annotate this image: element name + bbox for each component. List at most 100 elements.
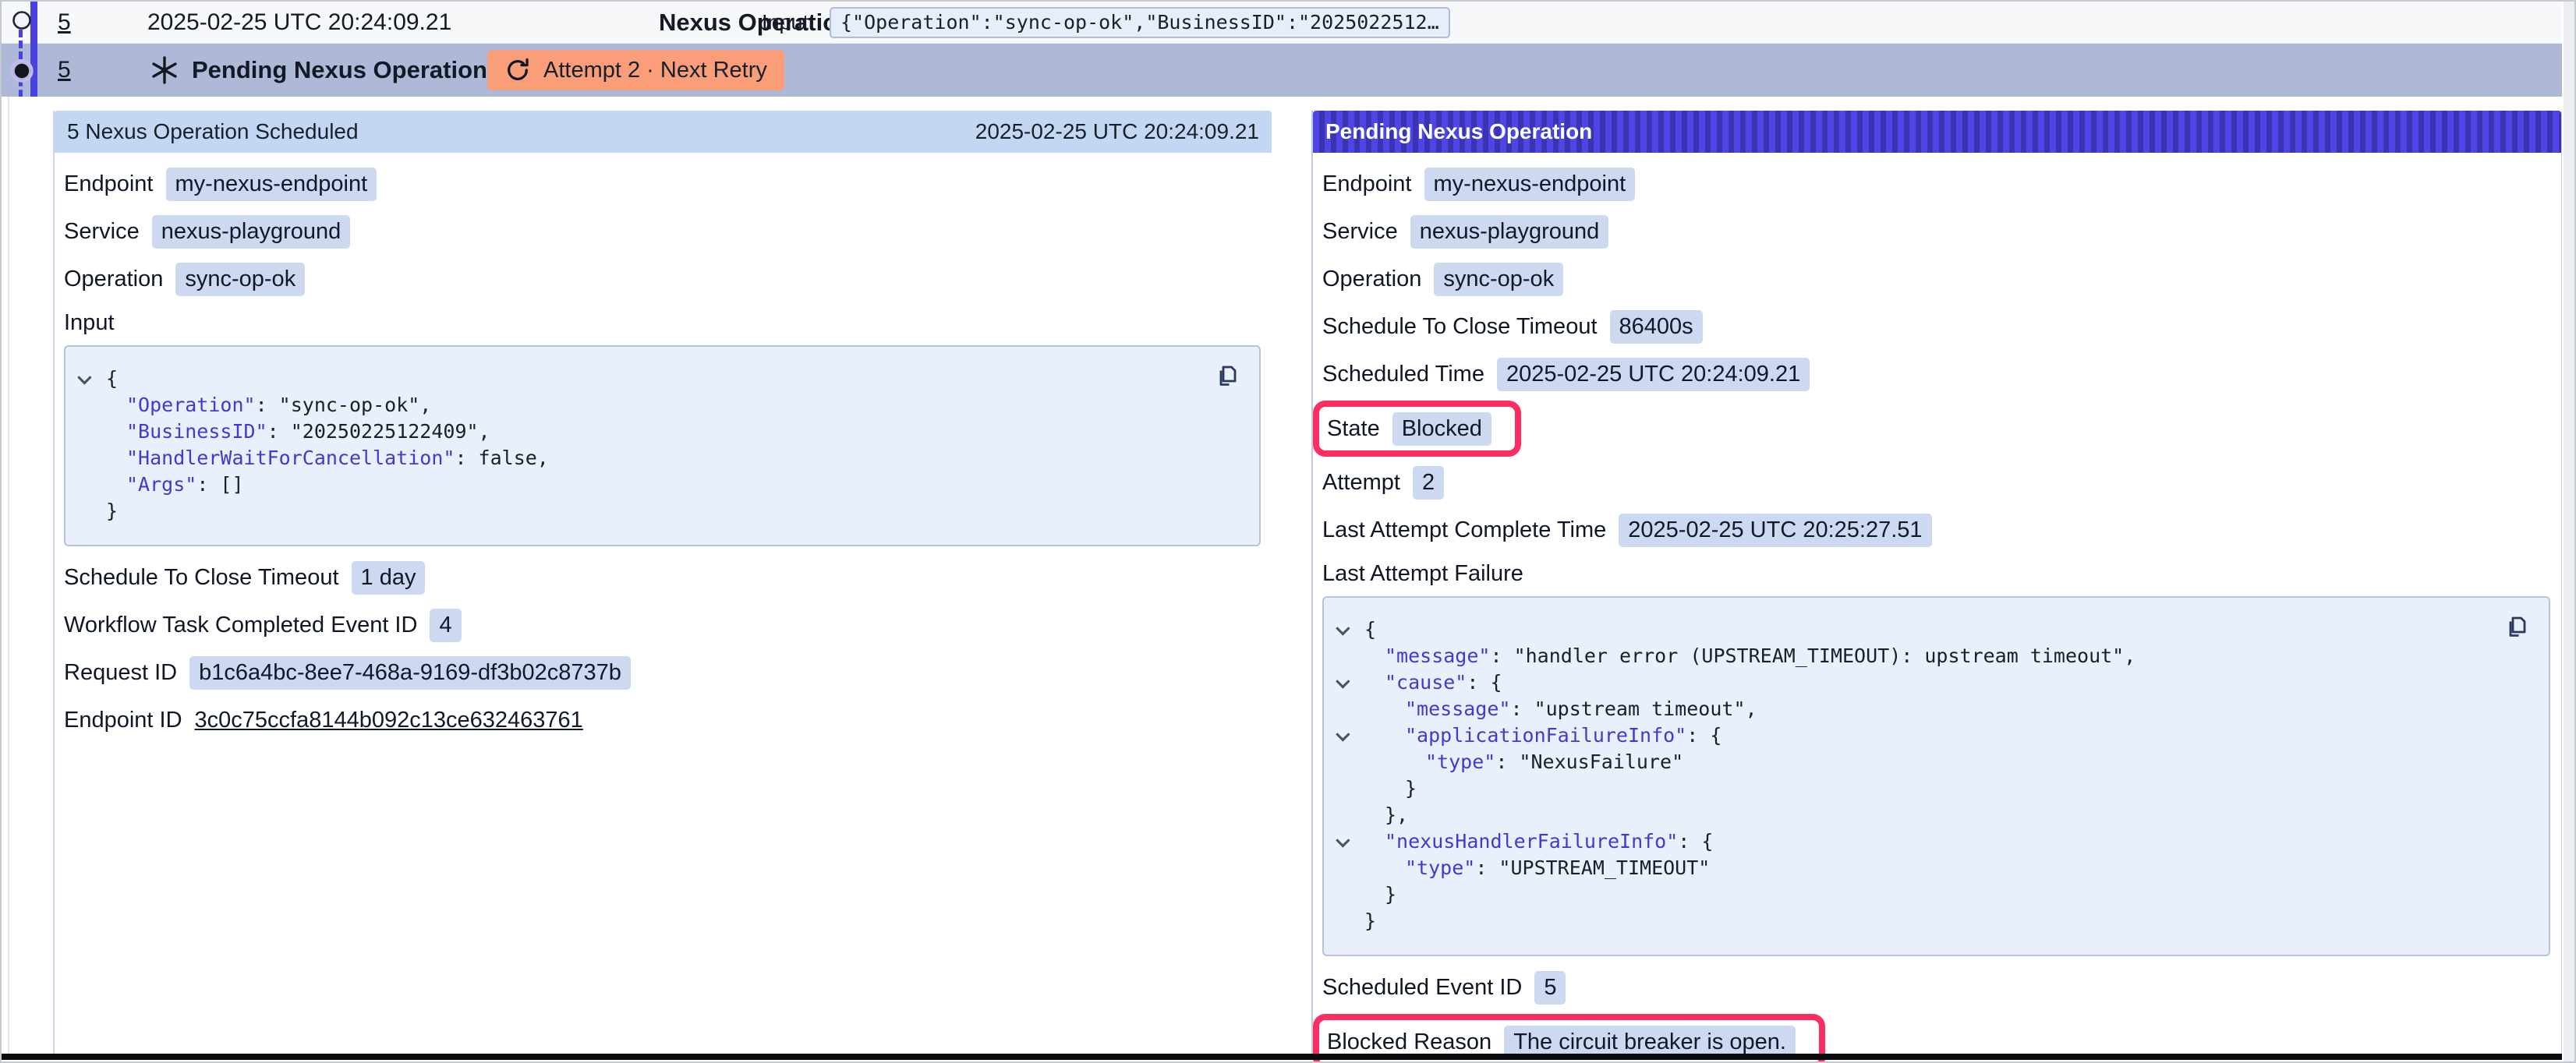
copy-icon[interactable] xyxy=(1212,359,1244,390)
field-row-input: Input xyxy=(64,303,1261,342)
left-panel-header: 5 Nexus Operation Scheduled 2025-02-25 U… xyxy=(55,111,1272,153)
field-row-last-attempt-failure: Last Attempt Failure xyxy=(1322,554,2550,593)
field-label: Operation xyxy=(1322,267,1421,292)
json-line: "Args": [] xyxy=(75,471,1239,498)
field-label: Schedule To Close Timeout xyxy=(64,565,339,591)
field-value-chip: nexus-playground xyxy=(1410,215,1609,249)
field-value-chip: nexus-playground xyxy=(152,215,351,249)
retry-icon xyxy=(504,57,531,83)
failure-json-viewer: {"message": "handler error (UPSTREAM_TIM… xyxy=(1322,596,2550,956)
json-line: "BusinessID": "20250225122409", xyxy=(75,418,1239,445)
pending-nexus-operation-panel: Pending Nexus Operation Endpointmy-nexus… xyxy=(1311,111,2563,1054)
json-line: "applicationFailureInfo": { xyxy=(1333,722,2528,749)
json-line: "Operation": "sync-op-ok", xyxy=(75,392,1239,418)
timeline-filled-dot-icon xyxy=(10,59,34,83)
bottom-separator-bar xyxy=(2,1054,2562,1060)
field-label: Attempt xyxy=(1322,470,1400,496)
field-row-operation: Operation sync-op-ok xyxy=(64,256,1261,303)
event-id-link[interactable]: 5 xyxy=(58,9,71,36)
field-row-service: Service nexus-playground xyxy=(1322,208,2550,256)
field-label: Endpoint xyxy=(64,171,154,197)
timeline-open-circle-icon xyxy=(11,9,33,31)
field-row-last-attempt-complete-time: Last Attempt Complete Time 2025-02-25 UTC… xyxy=(1322,507,2550,554)
field-row-scheduled-time: Scheduled Time 2025-02-25 UTC 20:24:09.21 xyxy=(1322,351,2550,398)
field-value-chip: my-nexus-endpoint xyxy=(166,168,377,201)
json-line: "cause": { xyxy=(1333,669,2528,696)
field-value-chip: my-nexus-endpoint xyxy=(1424,168,1636,201)
field-label: Service xyxy=(1322,219,1398,245)
field-row-operation: Operation sync-op-ok xyxy=(1322,256,2550,303)
json-line: } xyxy=(1333,908,2528,934)
field-row-endpoint: Endpoint my-nexus-endpoint xyxy=(64,161,1261,208)
field-row-schedule-to-close-timeout: Schedule To Close Timeout 86400s xyxy=(1322,303,2550,351)
json-line: }, xyxy=(1333,802,2528,828)
field-value-chip: 2 xyxy=(1413,466,1444,500)
endpoint-id-link[interactable]: 3c0c75ccfa8144b092c13ce632463761 xyxy=(195,708,583,733)
field-row-schedule-to-close-timeout: Schedule To Close Timeout 1 day xyxy=(64,554,1261,602)
field-row-state: State Blocked xyxy=(1327,408,1491,449)
field-value-chip: 5 xyxy=(1534,971,1566,1005)
field-label: Operation xyxy=(64,267,163,292)
event-id-link[interactable]: 5 xyxy=(58,57,71,83)
input-summary-chip: {"Operation":"sync-op-ok","BusinessID":"… xyxy=(830,7,1450,38)
field-label: Scheduled Event ID xyxy=(1322,975,1522,1001)
timeline-dashed-connector xyxy=(19,30,23,59)
nexus-operation-scheduled-panel: 5 Nexus Operation Scheduled 2025-02-25 U… xyxy=(55,111,1272,1054)
field-value-chip: sync-op-ok xyxy=(1434,263,1563,296)
copy-icon[interactable] xyxy=(2502,610,2533,641)
field-row-endpoint-id: Endpoint ID 3c0c75ccfa8144b092c13ce632463… xyxy=(64,697,1261,744)
field-label: Last Attempt Complete Time xyxy=(1322,517,1606,543)
field-label: Schedule To Close Timeout xyxy=(1322,314,1598,340)
json-line: "message": "handler error (UPSTREAM_TIME… xyxy=(1333,643,2528,669)
pending-asterisk-icon xyxy=(150,55,179,85)
field-value-chip: 2025-02-25 UTC 20:25:27.51 xyxy=(1619,514,1931,547)
field-value-chip: 4 xyxy=(430,609,461,642)
field-row-service: Service nexus-playground xyxy=(64,208,1261,256)
json-line: } xyxy=(1333,775,2528,802)
left-panel-timestamp: 2025-02-25 UTC 20:24:09.21 xyxy=(975,119,1259,144)
field-row-scheduled-event-id: Scheduled Event ID 5 xyxy=(1322,964,2550,1012)
field-label: Scheduled Time xyxy=(1322,362,1484,387)
left-panel-title: 5 Nexus Operation Scheduled xyxy=(67,119,359,144)
json-line: "message": "upstream timeout", xyxy=(1333,696,2528,722)
highlight-annotation-box: State Blocked xyxy=(1313,401,1521,457)
right-panel-header: Pending Nexus Operation xyxy=(1313,111,2561,153)
collapse-chevron-icon[interactable] xyxy=(1336,833,1350,847)
field-label: State xyxy=(1327,416,1380,442)
input-summary-label: Input xyxy=(762,10,809,34)
field-label: Request ID xyxy=(64,660,177,686)
temporal-event-history-screen: 5 2025-02-25 UTC 20:24:09.21 Nexus Opera… xyxy=(0,0,2576,1063)
event-detail-container: 5 Nexus Operation Scheduled 2025-02-25 U… xyxy=(53,111,2561,1054)
json-line: } xyxy=(1333,881,2528,908)
json-line: "nexusHandlerFailureInfo": { xyxy=(1333,828,2528,855)
field-row-workflow-task-completed-event-id: Workflow Task Completed Event ID4 xyxy=(64,602,1261,649)
input-json-viewer: {"Operation": "sync-op-ok","BusinessID":… xyxy=(64,345,1261,546)
field-label: Endpoint ID xyxy=(64,708,182,733)
event-row-nexus-operation-scheduled[interactable]: 5 2025-02-25 UTC 20:24:09.21 Nexus Opera… xyxy=(2,2,2562,44)
field-value-chip: Blocked xyxy=(1392,412,1491,446)
collapse-chevron-icon[interactable] xyxy=(1336,727,1350,741)
json-line: "HandlerWaitForCancellation": false, xyxy=(75,445,1239,471)
collapse-chevron-icon[interactable] xyxy=(1336,621,1350,635)
event-row-pending-nexus-operation[interactable]: 5 Pending Nexus Operation Attempt 2 · Ne… xyxy=(2,44,2562,97)
field-value-chip: b1c6a4bc-8ee7-468a-9169-df3b02c8737b xyxy=(189,656,631,690)
json-line: { xyxy=(1333,616,2528,643)
json-line: "type": "NexusFailure" xyxy=(1333,749,2528,775)
field-label: Last Attempt Failure xyxy=(1322,561,1523,587)
scrollbar-track[interactable] xyxy=(2562,2,2574,1061)
event-table-left-edge xyxy=(8,97,9,1054)
json-line: } xyxy=(75,498,1239,524)
json-line: { xyxy=(75,366,1239,392)
field-row-request-id: Request ID b1c6a4bc-8ee7-468a-9169-df3b02… xyxy=(64,649,1261,697)
field-label: Service xyxy=(64,219,140,245)
field-row-endpoint: Endpointmy-nexus-endpoint xyxy=(1322,161,2550,208)
field-value-chip: 1 day xyxy=(352,561,426,595)
retry-badge-label: Attempt 2 · Next Retry xyxy=(543,58,767,83)
collapse-chevron-icon[interactable] xyxy=(1336,674,1350,688)
field-value-chip: 86400s xyxy=(1610,310,1703,344)
right-panel-title: Pending Nexus Operation xyxy=(1325,119,1592,144)
json-line: "type": "UPSTREAM_TIMEOUT" xyxy=(1333,855,2528,881)
field-value-chip: 2025-02-25 UTC 20:24:09.21 xyxy=(1497,358,1810,391)
collapse-chevron-icon[interactable] xyxy=(77,370,91,384)
field-value-chip: sync-op-ok xyxy=(175,263,305,296)
